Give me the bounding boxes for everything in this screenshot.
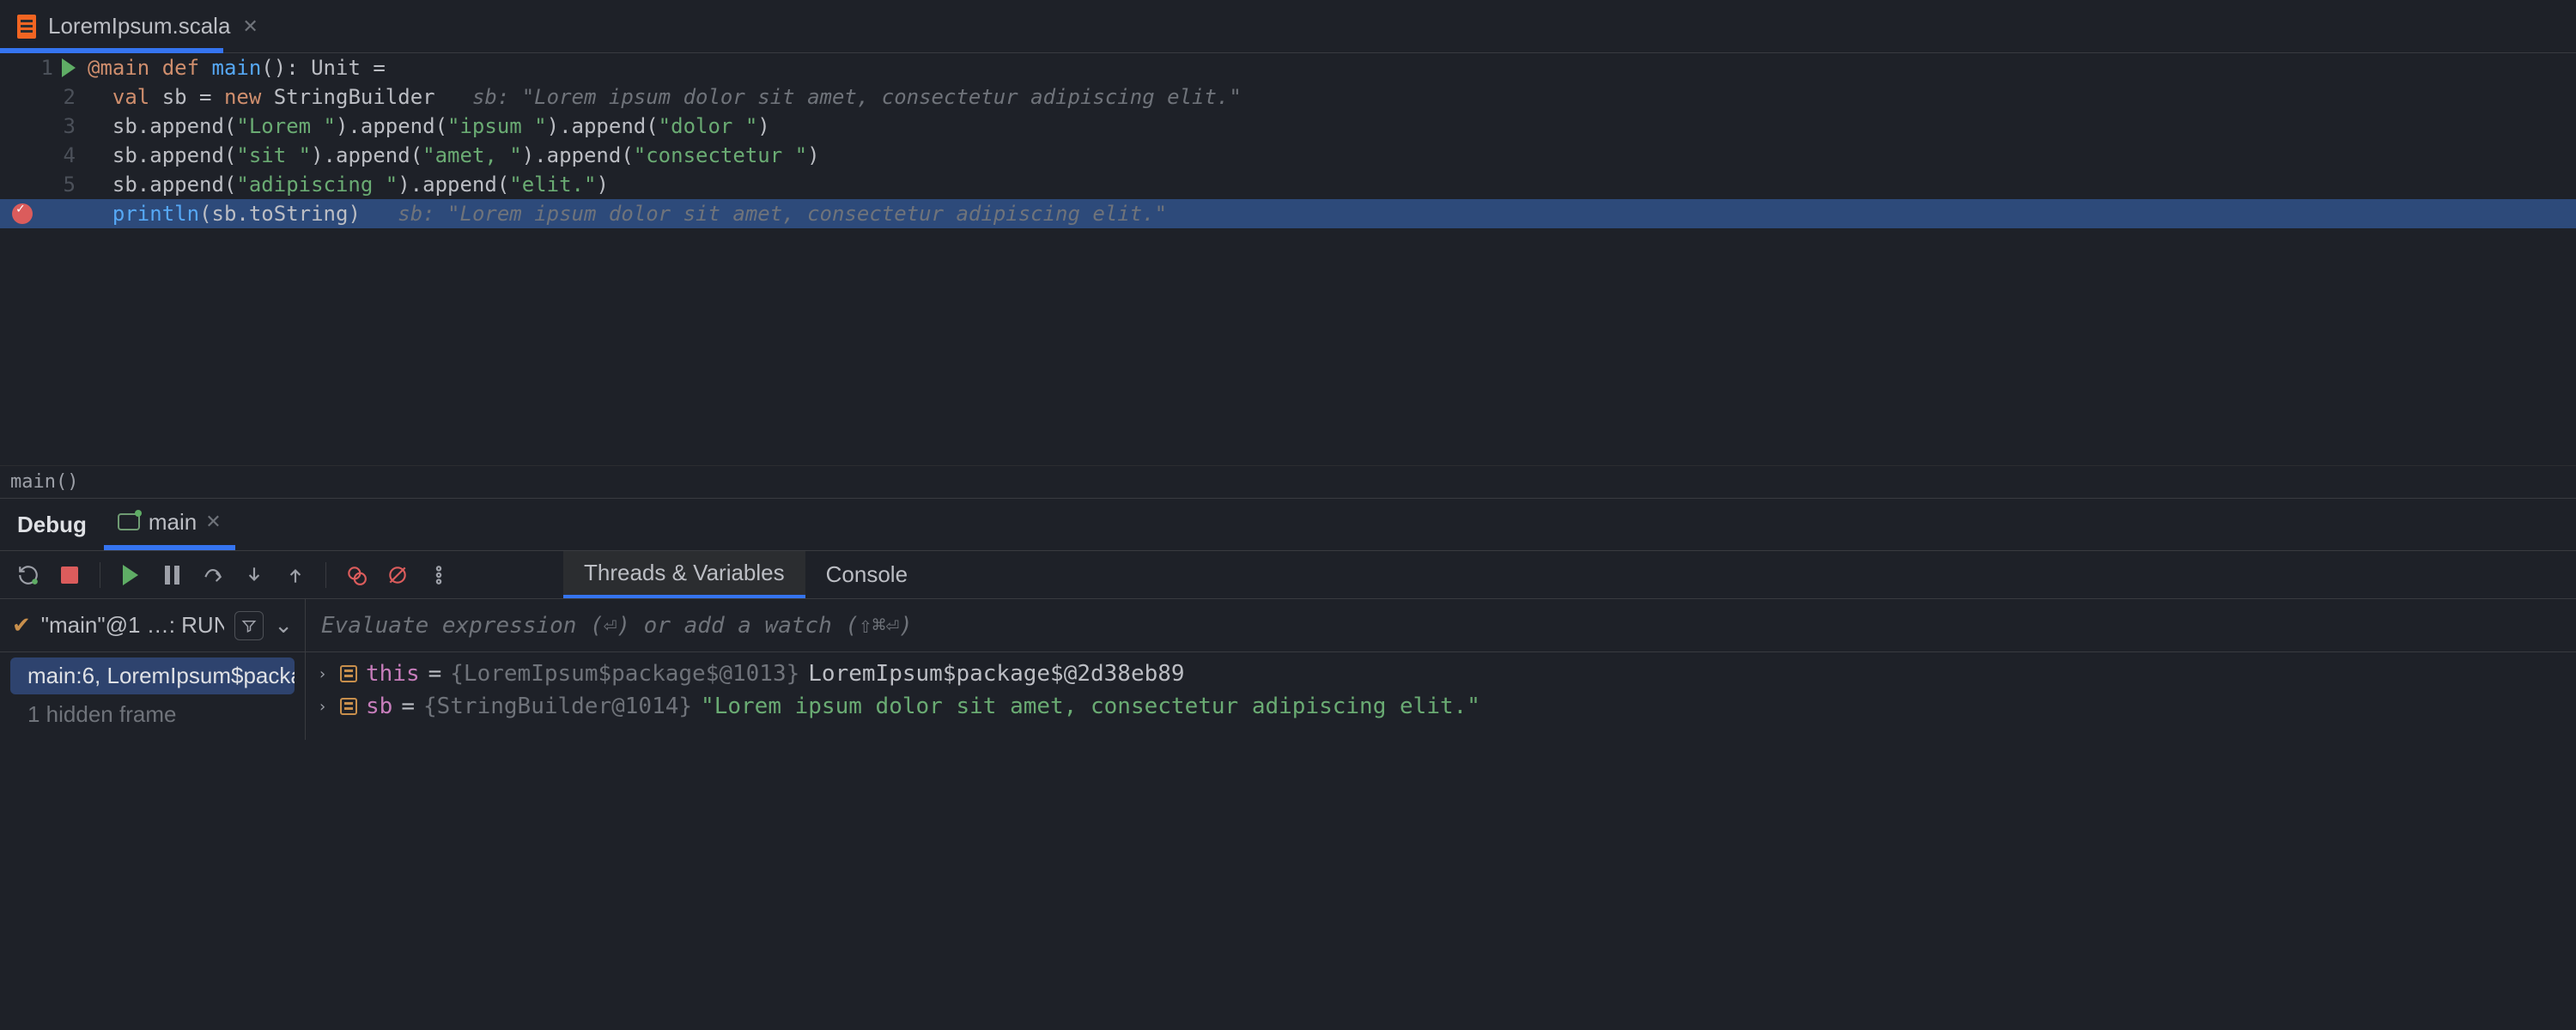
code-content[interactable]: val sb = new StringBuilder sb: "Lorem ip… — [86, 85, 1242, 109]
hidden-frames-label[interactable]: 1 hidden frame — [10, 694, 295, 735]
code-content[interactable]: @main def main(): Unit = — [86, 56, 398, 80]
code-content[interactable]: sb.append("Lorem ").append("ipsum ").app… — [86, 114, 770, 138]
var-type: {StringBuilder@1014} — [423, 694, 692, 719]
rerun-icon[interactable] — [17, 564, 39, 586]
gutter[interactable]: 2 — [0, 85, 86, 109]
expand-icon[interactable]: › — [318, 665, 331, 683]
debug-panel-header: Debug main ✕ — [0, 498, 2576, 551]
frame-label: main:6, LoremIpsum$package$ — [27, 663, 295, 689]
debug-toolbar: Threads & Variables Console — [0, 551, 2576, 599]
file-tab[interactable]: LoremIpsum.scala ✕ — [0, 0, 276, 52]
gutter[interactable]: 5 — [0, 173, 86, 197]
var-eq: = — [428, 661, 442, 687]
object-icon — [340, 698, 357, 715]
code-content[interactable]: sb.append("adipiscing ").append("elit.") — [86, 173, 609, 197]
object-icon — [340, 665, 357, 682]
run-config-label: main — [149, 509, 197, 536]
terminal-icon — [118, 513, 140, 530]
view-breakpoints-button[interactable] — [345, 564, 368, 586]
code-line[interactable]: 2 val sb = new StringBuilder sb: "Lorem … — [0, 82, 2576, 112]
debug-tabs: Threads & Variables Console — [563, 551, 928, 598]
run-config-tab[interactable]: main ✕ — [104, 499, 235, 550]
expand-icon[interactable]: › — [318, 698, 331, 716]
mute-breakpoints-button[interactable] — [386, 564, 409, 586]
code-line[interactable]: 4 sb.append("sit ").append("amet, ").app… — [0, 141, 2576, 170]
debug-body: main:6, LoremIpsum$package$ 1 hidden fra… — [0, 652, 2576, 740]
var-name: sb — [366, 694, 392, 719]
var-eq: = — [401, 694, 415, 719]
code-content[interactable]: println(sb.toString) sb: "Lorem ipsum do… — [86, 202, 1167, 226]
thread-status-icon: ✔ — [12, 612, 31, 639]
gutter[interactable]: 3 — [0, 114, 86, 138]
variable-row[interactable]: › this = {LoremIpsum$package$@1013} Lorem… — [318, 657, 2564, 690]
gutter[interactable]: 1 — [0, 56, 86, 80]
frames-list: main:6, LoremIpsum$package$ 1 hidden fra… — [0, 652, 306, 740]
resume-button[interactable] — [119, 564, 142, 586]
tab-label: Console — [826, 561, 908, 588]
eval-placeholder: Evaluate expression (⏎) or add a watch (… — [321, 613, 913, 639]
close-tab-icon[interactable]: ✕ — [242, 15, 258, 38]
code-editor[interactable]: 1@main def main(): Unit = 2 val sb = new… — [0, 53, 2576, 465]
variables-panel: › this = {LoremIpsum$package$@1013} Lorem… — [306, 652, 2576, 740]
gutter[interactable] — [0, 203, 86, 224]
scala-file-icon — [17, 15, 36, 39]
pause-button[interactable] — [161, 564, 183, 586]
editor-tab-bar: LoremIpsum.scala ✕ — [0, 0, 2576, 53]
debug-panel-title: Debug — [17, 512, 87, 538]
gutter[interactable]: 4 — [0, 143, 86, 167]
code-content[interactable]: sb.append("sit ").append("amet, ").appen… — [86, 143, 820, 167]
code-line[interactable]: 1@main def main(): Unit = — [0, 53, 2576, 82]
more-icon[interactable] — [428, 564, 450, 586]
chevron-down-icon[interactable]: ⌄ — [274, 612, 293, 639]
breakpoint-icon[interactable] — [12, 203, 33, 224]
frames-header-row: ✔ "main"@1 …: RUNNING ⌄ Evaluate express… — [0, 599, 2576, 652]
thread-selector[interactable]: ✔ "main"@1 …: RUNNING ⌄ — [0, 599, 306, 651]
var-value: "Lorem ipsum dolor sit amet, consectetur… — [701, 694, 1480, 719]
var-value: LoremIpsum$package$@2d38eb89 — [808, 661, 1184, 687]
step-into-button[interactable] — [243, 564, 265, 586]
tab-console[interactable]: Console — [805, 551, 928, 598]
tab-label: Threads & Variables — [584, 560, 785, 586]
step-over-button[interactable] — [202, 564, 224, 586]
close-run-tab-icon[interactable]: ✕ — [205, 511, 221, 533]
code-line[interactable]: 5 sb.append("adipiscing ").append("elit.… — [0, 170, 2576, 199]
evaluate-expression-input[interactable]: Evaluate expression (⏎) or add a watch (… — [306, 599, 2576, 651]
code-line[interactable]: println(sb.toString) sb: "Lorem ipsum do… — [0, 199, 2576, 228]
code-line[interactable]: 3 sb.append("Lorem ").append("ipsum ").a… — [0, 112, 2576, 141]
stack-frame[interactable]: main:6, LoremIpsum$package$ — [10, 657, 295, 694]
step-out-button[interactable] — [284, 564, 307, 586]
thread-name: "main"@1 …: RUNNING — [41, 612, 224, 639]
file-tab-label: LoremIpsum.scala — [48, 13, 230, 39]
toolbar-divider — [325, 562, 326, 588]
breadcrumb[interactable]: main() — [0, 465, 2576, 498]
tab-threads-variables[interactable]: Threads & Variables — [563, 551, 805, 598]
variable-row[interactable]: › sb = {StringBuilder@1014} "Lorem ipsum … — [318, 690, 2564, 723]
run-gutter-icon[interactable] — [62, 58, 76, 77]
var-name: this — [366, 661, 420, 687]
filter-button[interactable] — [234, 611, 264, 640]
stop-button[interactable] — [58, 564, 81, 586]
var-type: {LoremIpsum$package$@1013} — [450, 661, 799, 687]
